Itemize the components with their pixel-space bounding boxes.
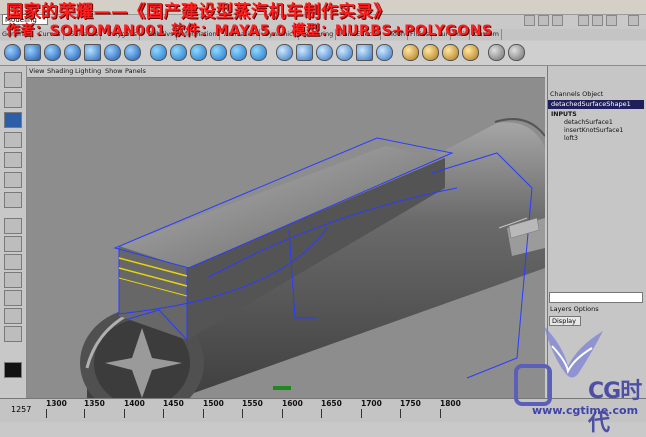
loft-icon[interactable] — [170, 44, 187, 61]
timeline-tick-label: 1700 — [361, 399, 382, 408]
locomotive-model-render — [80, 118, 545, 399]
nurbs-plane-icon[interactable] — [84, 44, 101, 61]
viewport-menu-panels[interactable]: Panels — [125, 66, 146, 77]
selected-object-name[interactable]: detachedSurfaceShape1 — [548, 100, 644, 109]
nurbs-circle-icon[interactable] — [124, 44, 141, 61]
poly-cone-icon[interactable] — [336, 44, 353, 61]
render-icon[interactable] — [524, 15, 535, 26]
timeline-tick-mark — [440, 409, 441, 418]
channel-box-empty-field[interactable] — [549, 292, 643, 303]
viewport-menu-shading[interactable]: Shading — [47, 66, 73, 77]
timeline-tick-label: 1400 — [124, 399, 145, 408]
poly-cylinder-icon[interactable] — [316, 44, 333, 61]
four-view-layout-icon[interactable] — [4, 236, 22, 252]
viewport-menu-lighting[interactable]: Lighting — [75, 66, 101, 77]
timeline-tick-label: 1750 — [400, 399, 421, 408]
timeline-tick-mark — [400, 409, 401, 418]
poly-sphere-icon[interactable] — [276, 44, 293, 61]
nurbs-cube-icon[interactable] — [24, 44, 41, 61]
current-frame-field[interactable]: 1257 — [11, 405, 31, 414]
lasso-tool-icon[interactable] — [4, 92, 22, 108]
poly-torus-icon[interactable] — [376, 44, 393, 61]
timeline-tick-mark — [124, 409, 125, 418]
perspective-viewport[interactable] — [27, 78, 545, 399]
timeline-tick-mark — [242, 409, 243, 418]
snap-curve-icon[interactable] — [592, 15, 603, 26]
timeline-tick-label: 1500 — [203, 399, 224, 408]
manipulator-tool-icon[interactable] — [4, 172, 22, 188]
select-tool-icon[interactable] — [4, 72, 22, 88]
planar-icon[interactable] — [190, 44, 207, 61]
viewport-menu-view[interactable]: View — [29, 66, 44, 77]
input-node-item[interactable]: loft3 — [564, 135, 578, 142]
render-globals-icon[interactable] — [552, 15, 563, 26]
poly-cube-icon[interactable] — [296, 44, 313, 61]
persp-hypershade-layout-icon[interactable] — [4, 308, 22, 324]
persp-graph-layout-icon[interactable] — [4, 272, 22, 288]
persp-outliner-layout-icon[interactable] — [4, 254, 22, 270]
snap-grid-icon[interactable] — [578, 15, 589, 26]
ipr-render-icon[interactable] — [538, 15, 549, 26]
smooth-icon[interactable] — [488, 44, 505, 61]
viewport-menu-show[interactable]: Show — [105, 66, 123, 77]
revolve-icon[interactable] — [150, 44, 167, 61]
nurbs-torus-icon[interactable] — [104, 44, 121, 61]
timeline-tick-label: 1650 — [321, 399, 342, 408]
timeline-tick-label: 1450 — [163, 399, 184, 408]
toggle-channel-box-icon[interactable] — [628, 15, 639, 26]
snap-point-icon[interactable] — [606, 15, 617, 26]
viewport-menu-bar: View Shading Lighting Show Panels — [27, 66, 545, 78]
poly-plane-icon[interactable] — [356, 44, 373, 61]
timeline-tick-mark — [163, 409, 164, 418]
last-tool-icon[interactable] — [4, 192, 22, 208]
nurbs-cone-icon[interactable] — [64, 44, 81, 61]
timeline-tick-mark — [361, 409, 362, 418]
timeline-tick-mark — [84, 409, 85, 418]
combine-icon[interactable] — [508, 44, 525, 61]
birail-icon[interactable] — [230, 44, 247, 61]
split-polygon-icon[interactable] — [422, 44, 439, 61]
inputs-label: INPUTS — [551, 111, 577, 118]
timeline-tick-label: 1600 — [282, 399, 303, 408]
overlay-credits: 作者：SOHOMAN001 软件：MAYA5.0 模型：NURBS+POLYGO… — [6, 23, 493, 39]
rotate-tool-icon[interactable] — [4, 132, 22, 148]
input-node-item[interactable]: insertKnotSurface1 — [564, 127, 623, 134]
nurbs-cylinder-icon[interactable] — [44, 44, 61, 61]
extrude-face-icon[interactable] — [402, 44, 419, 61]
scale-tool-icon[interactable] — [4, 152, 22, 168]
boundary-icon[interactable] — [250, 44, 267, 61]
status-line-icons — [520, 14, 646, 28]
extrude-icon[interactable] — [210, 44, 227, 61]
layer-display-select[interactable]: Display — [549, 316, 581, 326]
move-tool-icon[interactable] — [4, 112, 22, 128]
single-view-layout-icon[interactable] — [4, 218, 22, 234]
timeline-tick-label: 1350 — [84, 399, 105, 408]
shelf-icon-row — [0, 41, 646, 66]
timeline-tick-label: 1550 — [242, 399, 263, 408]
timeline-tick-label: 1800 — [440, 399, 461, 408]
custom-layout-icon[interactable] — [4, 326, 22, 342]
watermark-url: www.cgtime.com — [532, 404, 639, 417]
hypershade-layout-icon[interactable] — [4, 290, 22, 306]
timeline-tick-label: 1300 — [46, 399, 67, 408]
channel-box-header[interactable]: Channels Object — [550, 90, 603, 98]
timeline-tick-mark — [282, 409, 283, 418]
maya-logo-icon — [4, 362, 22, 378]
layers-header[interactable]: Layers Options — [550, 305, 599, 313]
timeline-tick-mark — [321, 409, 322, 418]
overlay-title: 国家的荣耀——《国产建设型蒸汽机车制作实录》 — [6, 2, 391, 22]
input-node-item[interactable]: detachSurface1 — [564, 119, 613, 126]
bevel-icon[interactable] — [462, 44, 479, 61]
toolbox — [0, 66, 27, 401]
merge-vertices-icon[interactable] — [442, 44, 459, 61]
timeline-tick-mark — [46, 409, 47, 418]
timeline-tick-mark — [203, 409, 204, 418]
nurbs-sphere-icon[interactable] — [4, 44, 21, 61]
